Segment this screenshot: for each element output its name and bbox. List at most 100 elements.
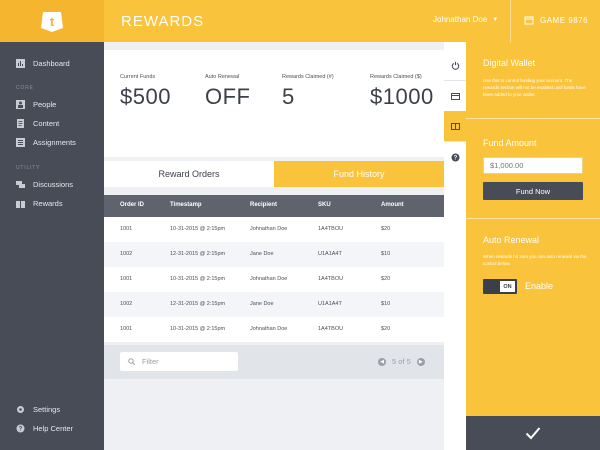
cell-sku: U1A1A4T [318,251,342,257]
sidebar-item-discussions[interactable]: Discussions [16,180,73,189]
header-divider [510,0,511,42]
column-header-recipient[interactable]: Recipient [250,202,277,208]
filter-input[interactable] [142,357,232,366]
stat-rewards-claimed-count: Rewards Claimed (#) 5 [282,74,334,110]
cell-order-id: 1002 [120,301,133,307]
wallet-title: Digital Wallet [483,58,536,68]
sidebar-item-label: Settings [33,405,61,414]
game-label: GAME 9876 [540,15,589,25]
tab-reward-orders[interactable]: Reward Orders [104,161,274,187]
stat-current-funds: Current Funds $500 [120,74,171,110]
search-icon [128,358,135,365]
sidebar-section-core: CORE [16,85,34,91]
table-header: Order ID Timestamp Recipient SKU Amount [104,195,444,217]
wallet-panel: Digital Wallet Use this to control fundi… [466,42,600,450]
gear-icon [17,406,24,413]
brand-logo[interactable]: t [0,0,104,42]
top-bar: t REWARDS Johnathan Doe ▼ GAME 9876 [0,0,600,42]
column-header-amount[interactable]: Amount [381,202,404,208]
panel-icon-rail: ? [444,42,466,450]
help-button[interactable]: ? [444,142,466,172]
cell-amount: $20 [381,226,391,232]
table-row[interactable]: 1002 12-31-2015 @ 2:15pm Jane Doe U1A1A4… [104,242,444,267]
cell-order-id: 1001 [120,326,133,332]
cell-timestamp: 12-31-2015 @ 2:15pm [170,301,226,307]
wallet-button[interactable] [444,81,466,111]
cell-timestamp: 10-31-2015 @ 2:15pm [170,226,226,232]
calendar-icon [524,16,534,25]
person-icon [16,100,25,109]
tab-fund-history[interactable]: Fund History [274,161,444,187]
book-button[interactable] [444,111,466,141]
column-header-timestamp[interactable]: Timestamp [170,202,202,208]
card-icon [450,92,460,100]
game-selector[interactable]: GAME 9876 [524,15,588,25]
stat-rewards-claimed-amount: Rewards Claimed ($) $1000 [370,74,434,110]
cell-recipient: Johnathan Doe [250,226,288,232]
sidebar-item-label: Rewards [33,199,63,208]
cell-sku: 1A4TBOU [318,226,344,232]
cell-sku: 1A4TBOU [318,276,344,282]
cell-sku: U1A1A4T [318,301,342,307]
panel-divider [466,218,600,219]
checkmark-icon [525,427,541,440]
power-button[interactable] [444,50,466,80]
next-page-icon[interactable]: ▶ [416,357,425,366]
sidebar-item-label: People [33,100,57,109]
sidebar-item-label: Help Center [33,424,74,433]
sidebar-item-settings[interactable]: Settings [16,405,60,414]
stat-value: $500 [120,84,171,109]
auto-renewal-title: Auto Renewal [483,235,540,245]
fund-amount-input[interactable] [483,157,583,174]
reward-orders-table: Order ID Timestamp Recipient SKU Amount … [104,195,444,342]
book-icon [450,122,460,130]
chevron-down-icon: ▼ [492,16,499,23]
table-row[interactable]: 1002 12-31-2015 @ 2:15pm Jane Doe U1A1A4… [104,292,444,317]
help-icon: ? [16,424,25,433]
cell-timestamp: 10-31-2015 @ 2:15pm [170,276,226,282]
svg-text:?: ? [453,155,457,161]
sidebar-item-content[interactable]: Content [16,119,59,128]
assignments-icon [16,138,25,147]
cell-sku: 1A4TBOU [318,326,344,332]
table-row[interactable]: 1001 10-31-2015 @ 2:15pm Johnathan Doe 1… [104,267,444,292]
wallet-description: Use this to control funding your account… [483,78,586,97]
pagination-text: 5 of 5 [392,357,411,366]
user-menu[interactable]: Johnathan Doe ▼ [433,15,498,24]
column-header-order-id[interactable]: Order ID [120,202,144,208]
cell-amount: $20 [381,276,391,282]
gift-icon [16,201,25,208]
filter-box[interactable] [120,352,238,371]
chat-icon [16,181,25,188]
sidebar-item-help-center[interactable]: ? Help Center [16,424,73,433]
fund-now-button[interactable]: Fund Now [483,182,583,200]
sidebar-item-label: Discussions [33,180,74,189]
sidebar-item-dashboard[interactable]: Dashboard [16,59,70,68]
cell-recipient: Johnathan Doe [250,276,288,282]
cell-amount: $20 [381,326,391,332]
previous-page-icon[interactable]: ◀ [378,357,386,366]
brand-logo-icon: t [41,12,63,32]
power-icon [451,61,459,70]
cell-timestamp: 10-31-2015 @ 2:15pm [170,326,226,332]
sidebar-item-rewards[interactable]: Rewards [16,199,63,208]
sidebar-item-assignments[interactable]: Assignments [16,138,76,147]
sidebar-item-people[interactable]: People [16,100,56,109]
pagination: ◀ 5 of 5 ▶ [378,357,425,366]
svg-text:t: t [50,14,55,29]
confirm-button[interactable] [466,416,600,450]
cell-recipient: Jane Doe [250,251,274,257]
table-row[interactable]: 1001 10-31-2015 @ 2:15pm Johnathan Doe 1… [104,217,444,242]
cell-amount: $10 [381,301,391,307]
column-header-sku[interactable]: SKU [318,202,331,208]
stat-value: $1000 [370,84,434,109]
cell-order-id: 1001 [120,226,133,232]
stat-label: Rewards Claimed ($) [370,74,422,80]
cell-order-id: 1001 [120,276,133,282]
table-row[interactable]: 1001 10-31-2015 @ 2:15pm Johnathan Doe 1… [104,317,444,342]
auto-renewal-toggle[interactable]: ON [483,279,517,294]
panel-divider [466,118,600,119]
stat-value: 5 [282,84,295,109]
sidebar-item-label: Content [33,119,60,128]
sidebar-item-label: Assignments [33,138,76,147]
